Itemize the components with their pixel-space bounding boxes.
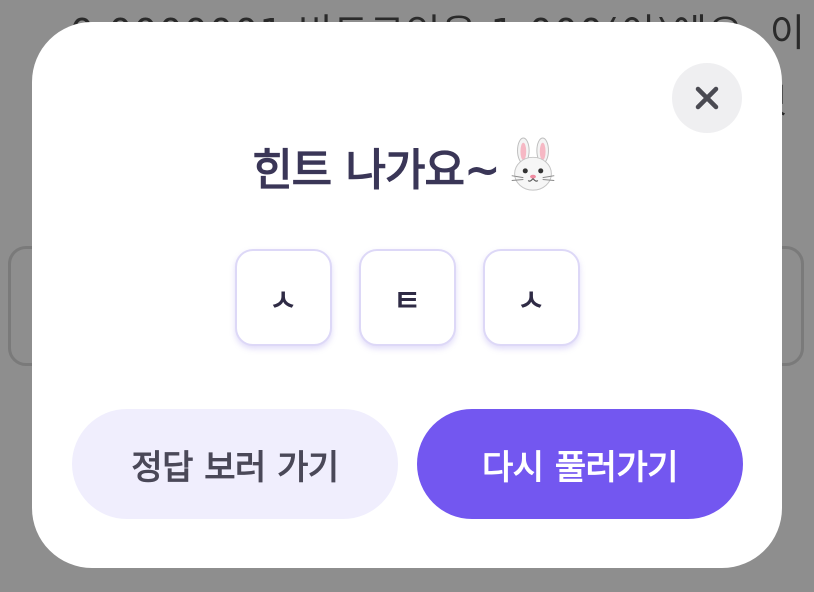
- modal-title-row: 힌트 나가요~: [32, 134, 782, 198]
- retry-button[interactable]: 다시 풀러가기: [417, 409, 743, 519]
- hint-letter-box: ㅌ: [358, 249, 456, 346]
- close-button[interactable]: [672, 63, 742, 133]
- hint-letter-box: ㅅ: [482, 249, 580, 346]
- hint-modal: 힌트 나가요~ ㅅ ㅌ ㅅ 정답 보러 가기 다시 풀러가기: [32, 22, 782, 568]
- close-icon: [695, 86, 719, 110]
- hint-letter-box: ㅅ: [234, 249, 332, 346]
- rabbit-face-icon: [504, 137, 562, 195]
- hint-letters: ㅅ ㅌ ㅅ: [32, 249, 782, 349]
- see-answer-button[interactable]: 정답 보러 가기: [72, 409, 398, 519]
- modal-title: 힌트 나가요~: [252, 145, 501, 196]
